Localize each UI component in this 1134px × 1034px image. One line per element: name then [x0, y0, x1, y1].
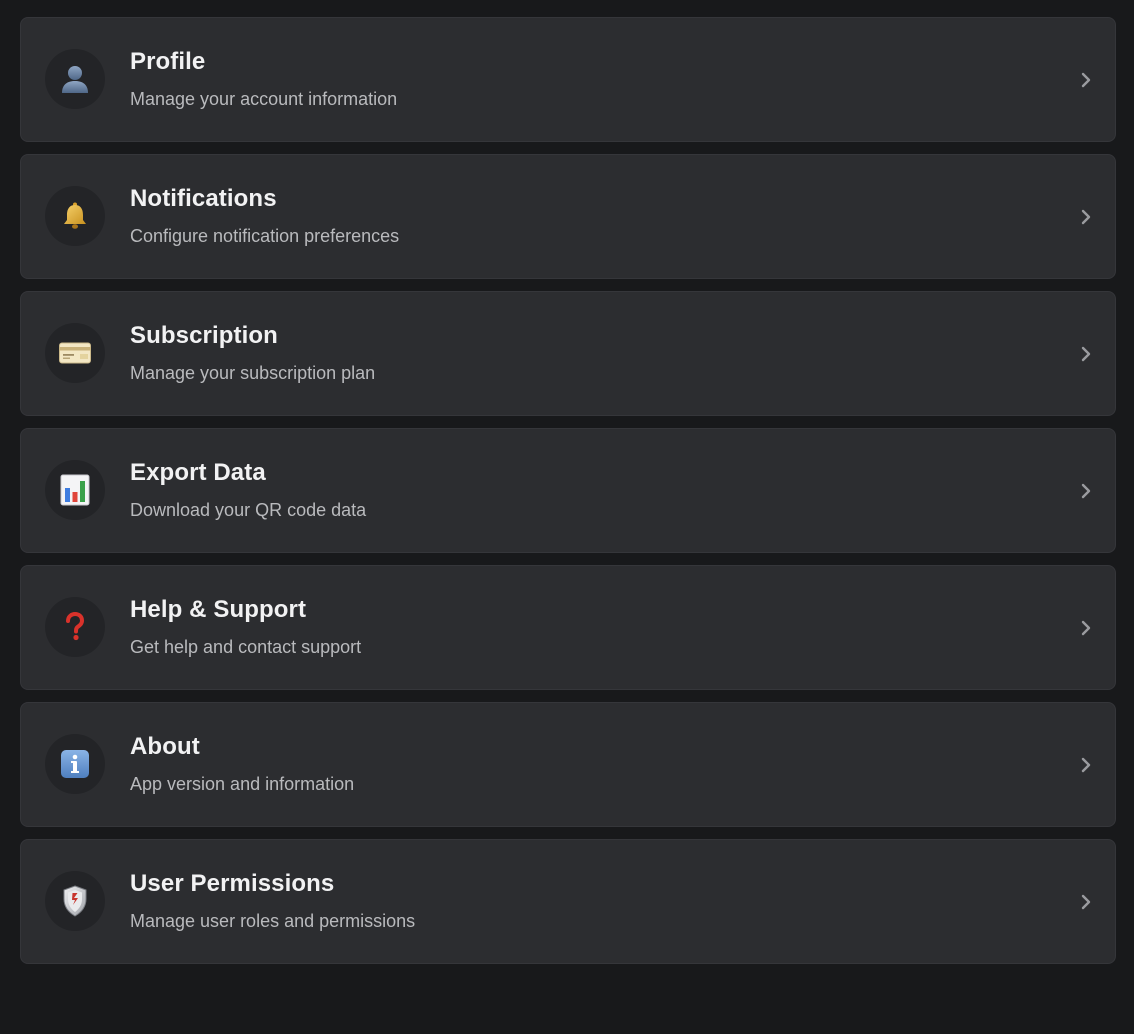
chevron-right-icon	[1081, 483, 1091, 499]
chevron-right-icon	[1081, 620, 1091, 636]
settings-item-description: Manage your subscription plan	[130, 363, 376, 383]
settings-item-profile[interactable]: Profile Manage your account information	[20, 17, 1116, 142]
settings-list: Profile Manage your account information …	[20, 17, 1116, 976]
chevron-right-icon	[1081, 894, 1091, 910]
chevron-right-icon	[1081, 757, 1091, 773]
chevron-right-icon	[1081, 346, 1091, 362]
chevron-right-icon	[1081, 209, 1091, 225]
credit-card-icon	[45, 323, 105, 383]
settings-item-description: Get help and contact support	[130, 637, 362, 657]
settings-item-title: Export Data	[130, 459, 266, 486]
settings-item-description: Download your QR code data	[130, 500, 367, 520]
settings-item-title: Subscription	[130, 322, 278, 349]
settings-item-description: Configure notification preferences	[130, 226, 400, 246]
settings-item-subscription[interactable]: Subscription Manage your subscription pl…	[20, 291, 1116, 416]
settings-item-export-data[interactable]: Export Data Download your QR code data	[20, 428, 1116, 553]
settings-item-description: App version and information	[130, 774, 355, 794]
info-icon	[45, 734, 105, 794]
settings-item-help-support[interactable]: Help & Support Get help and contact supp…	[20, 565, 1116, 690]
person-silhouette-icon	[45, 49, 105, 109]
settings-item-title: User Permissions	[130, 870, 335, 897]
bell-icon	[45, 186, 105, 246]
settings-item-notifications[interactable]: Notifications Configure notification pre…	[20, 154, 1116, 279]
settings-item-about[interactable]: About App version and information	[20, 702, 1116, 827]
settings-item-title: About	[130, 733, 200, 760]
settings-item-title: Help & Support	[130, 596, 307, 623]
settings-item-description: Manage user roles and permissions	[130, 911, 416, 931]
settings-item-user-permissions[interactable]: User Permissions Manage user roles and p…	[20, 839, 1116, 964]
settings-item-title: Notifications	[130, 185, 277, 212]
settings-item-description: Manage your account information	[130, 89, 398, 109]
settings-item-title: Profile	[130, 48, 206, 75]
question-mark-icon	[45, 597, 105, 657]
chevron-right-icon	[1081, 72, 1091, 88]
bar-chart-icon	[45, 460, 105, 520]
shield-icon	[45, 871, 105, 931]
